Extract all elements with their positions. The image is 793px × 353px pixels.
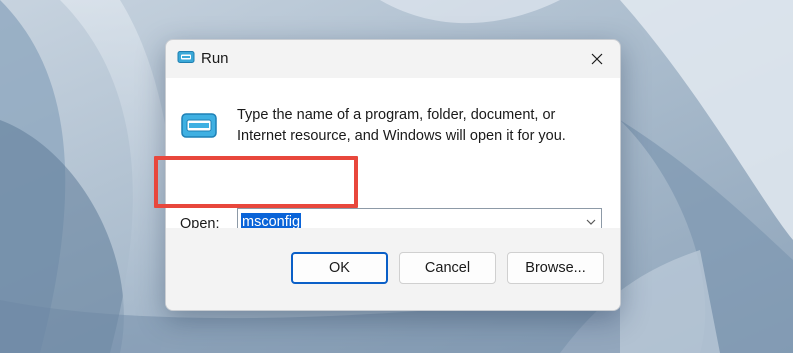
button-bar: OK Cancel Browse...: [166, 228, 620, 310]
browse-button[interactable]: Browse...: [507, 252, 604, 284]
ok-button[interactable]: OK: [291, 252, 388, 284]
close-icon: [591, 53, 603, 65]
close-button[interactable]: [574, 40, 620, 78]
highlight-annotation-box: [154, 156, 358, 208]
chevron-down-icon: [586, 219, 596, 225]
window-title: Run: [201, 50, 229, 67]
instructions-line-1: Type the name of a program, folder, docu…: [237, 107, 556, 123]
run-icon: [177, 51, 195, 63]
run-program-icon: [181, 113, 217, 138]
instructions-line-2: Internet resource, and Windows will open…: [237, 128, 566, 144]
instructions-text: Type the name of a program, folder, docu…: [237, 105, 609, 147]
cancel-button[interactable]: Cancel: [399, 252, 496, 284]
title-bar[interactable]: Run: [166, 40, 620, 78]
